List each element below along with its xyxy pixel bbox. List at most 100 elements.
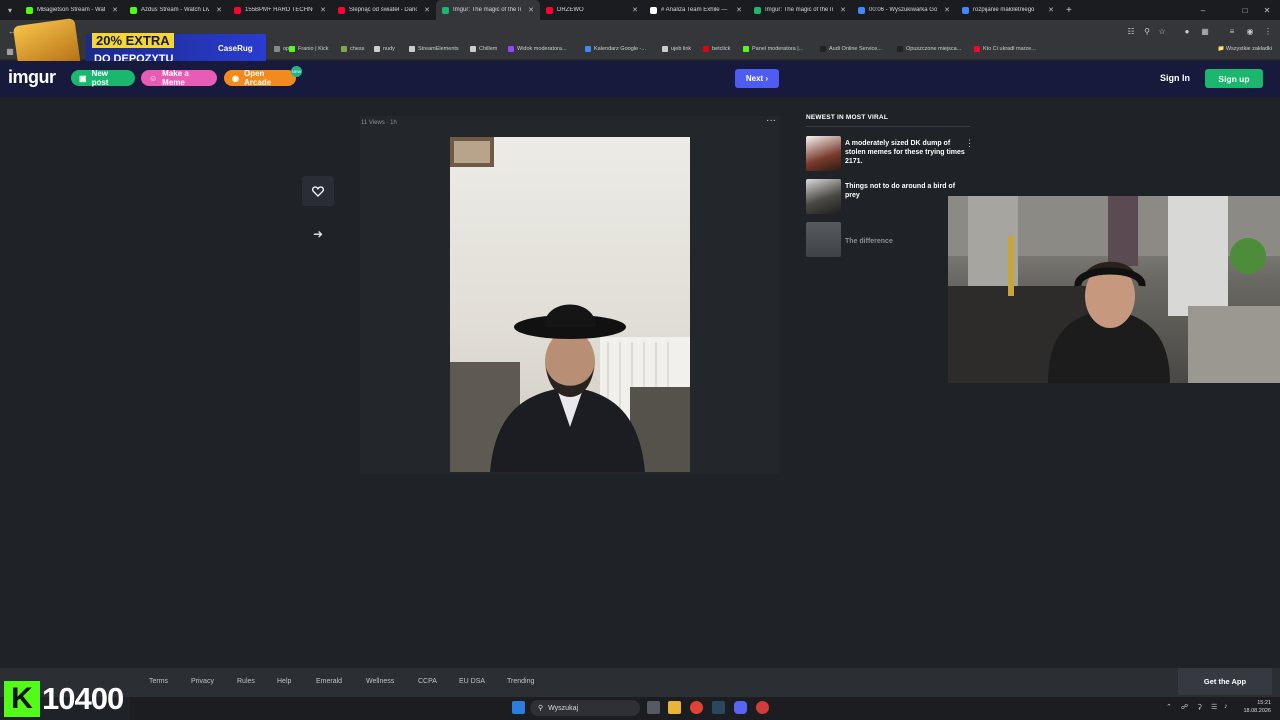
browser-tab[interactable]: rozpijanie małoletniego ✕ (956, 0, 1060, 20)
sidebar-divider (806, 126, 970, 127)
tab-close-icon[interactable]: ✕ (112, 6, 118, 14)
media-icon[interactable]: ≡ (1226, 25, 1238, 37)
steam-icon[interactable] (712, 701, 725, 714)
bookmark-item[interactable]: betclick (703, 46, 730, 52)
footer-link[interactable]: Rules (237, 678, 255, 685)
bookmark-item[interactable]: Panel moderatora |... (743, 46, 803, 52)
browser-tab[interactable]: Ślepnąc od świateł - Dario ✕ (332, 0, 436, 20)
browser-tab[interactable]: Imgur: The magic of the Int ✕ (748, 0, 852, 20)
footer-link[interactable]: Privacy (191, 678, 214, 685)
chrome-icon[interactable] (690, 701, 703, 714)
bookmark-favicon-icon (470, 46, 476, 52)
tab-close-icon[interactable]: ✕ (1048, 6, 1054, 14)
tab-close-icon[interactable]: ✕ (736, 6, 742, 14)
maximize-icon[interactable]: □ (1234, 0, 1256, 20)
browser-tab[interactable]: 155BPM+ HARD TECHNO ✕ (228, 0, 332, 20)
network-icon[interactable]: ☍ (1181, 703, 1188, 711)
tab-close-icon[interactable]: ✕ (216, 6, 222, 14)
tray-chevron-icon[interactable]: ⌃ (1166, 703, 1172, 711)
bookmark-item[interactable]: Kalendarz Google -... (585, 46, 646, 52)
tab-close-icon[interactable]: ✕ (320, 6, 326, 14)
new-tab-icon[interactable]: + (1066, 5, 1072, 16)
tab-close-icon[interactable]: ✕ (944, 6, 950, 14)
footer-link[interactable]: EU DSA (459, 678, 485, 685)
bookmark-label: Audi Online Service... (829, 46, 882, 52)
tab-close-icon[interactable]: ✕ (528, 6, 534, 14)
footer-link[interactable]: CCPA (418, 678, 437, 685)
extension-icon[interactable]: ● (1181, 25, 1193, 37)
open-arcade-button[interactable]: ◉ Open Arcade (224, 69, 296, 87)
bookmark-item[interactable]: Chillem (470, 46, 497, 52)
translate-icon[interactable]: ☷ (1125, 25, 1137, 37)
browser-tab-strip: ▾ MBagietson Stream - Watch ✕ Azdus Stream… (0, 0, 1280, 20)
make-meme-button[interactable]: ☺ Make a Meme (141, 69, 217, 87)
browser-tab[interactable]: MBagietson Stream - Watch ✕ (20, 0, 124, 20)
heart-icon (312, 185, 324, 197)
close-window-icon[interactable]: ✕ (1256, 0, 1278, 20)
post-options-icon[interactable]: ··· (766, 115, 776, 126)
footer-link[interactable]: Trending (507, 678, 534, 685)
discord-icon[interactable] (734, 701, 747, 714)
imgur-logo[interactable]: imgur (8, 67, 56, 88)
bookmark-item[interactable]: Franio | Kick (289, 46, 328, 52)
taskbar-search[interactable]: ⚲ Wyszukaj (530, 700, 640, 716)
footer-link[interactable]: Emerald (316, 678, 342, 685)
browser-tab[interactable]: DRZEWO ✕ (540, 0, 644, 20)
tab-close-icon[interactable]: ✕ (632, 6, 638, 14)
bookmark-item[interactable]: chess (341, 46, 364, 52)
bookmark-item[interactable]: op (274, 46, 289, 52)
favorite-button[interactable] (302, 176, 334, 206)
tab-search-chevron-icon[interactable]: ▾ (0, 0, 20, 20)
bookmark-item[interactable]: Kto Ci ukradł marze... (974, 46, 1036, 52)
microphone-icon[interactable]: ⚳ (1197, 703, 1202, 711)
puzzle-icon[interactable]: ▦ (1199, 25, 1211, 37)
windows-start-icon[interactable] (512, 701, 525, 714)
browser-tab[interactable]: # Analiza Team Exhile — ✕ (644, 0, 748, 20)
sign-up-button[interactable]: Sign up (1205, 69, 1263, 88)
file-explorer-icon[interactable] (668, 701, 681, 714)
task-view-icon[interactable] (647, 701, 660, 714)
get-the-app-button[interactable]: Get the App (1178, 668, 1272, 695)
system-clock[interactable]: 15:21 18.08.2026 (1241, 699, 1271, 715)
bookmark-item[interactable]: ujeb link (662, 46, 691, 52)
footer-link[interactable]: Help (277, 678, 291, 685)
tab-close-icon[interactable]: ✕ (424, 6, 430, 14)
minimize-icon[interactable]: – (1192, 0, 1214, 20)
sidebar-post-item[interactable]: A moderately sized DK dump of stolen mem… (806, 136, 970, 172)
volume-icon[interactable]: ♪ (1224, 703, 1228, 710)
webcam-illustration (948, 196, 1280, 383)
app-icon[interactable] (756, 701, 769, 714)
gamepad-icon: ◉ (232, 73, 239, 83)
sign-in-link[interactable]: Sign In (1160, 73, 1190, 83)
next-button[interactable]: Next › (735, 69, 779, 88)
wifi-icon[interactable]: ☰ (1211, 703, 1217, 711)
sidebar-post-thumbnail (806, 222, 841, 257)
tab-close-icon[interactable]: ✕ (840, 6, 846, 14)
share-arrow-icon[interactable]: ➜ (308, 226, 328, 242)
sidebar-info-icon[interactable]: ⋮ (965, 138, 974, 149)
profile-avatar-icon[interactable]: ◉ (1244, 25, 1256, 37)
browser-tab[interactable]: Imgur: The magic of the Int ✕ (436, 0, 540, 20)
footer-link[interactable]: Wellness (366, 678, 394, 685)
bookmark-item[interactable]: Audi Online Service... (820, 46, 882, 52)
bookmark-favicon-icon (662, 46, 668, 52)
all-bookmarks-folder[interactable]: 📁 Wszystkie zakładki (1217, 46, 1272, 52)
sidebar-post-item[interactable]: Things not to do around a bird of prey (806, 179, 970, 215)
bookmark-item[interactable]: nudy (374, 46, 395, 52)
footer-link[interactable]: Terms (149, 678, 168, 685)
bookmark-favicon-icon (585, 46, 591, 52)
menu-kebab-icon[interactable]: ⋮ (1262, 25, 1274, 37)
post-image[interactable] (450, 137, 690, 472)
bookmark-item[interactable]: StreamElements (409, 46, 459, 52)
browser-tab[interactable]: 00:06 - Wyszukiwarka Google ✕ (852, 0, 956, 20)
bookmark-label: nudy (383, 46, 395, 52)
browser-tab[interactable]: Azdus Stream - Watch Live ✕ (124, 0, 228, 20)
sidebar-post-item[interactable]: The difference (806, 222, 970, 258)
bookmark-star-icon[interactable]: ☆ (1156, 25, 1168, 37)
zoom-icon[interactable]: ⚲ (1141, 25, 1153, 37)
new-post-button[interactable]: ▣ New post (71, 69, 135, 87)
bookmark-item[interactable]: Widok moderatora... (508, 46, 567, 52)
sidebar-post-thumbnail (806, 136, 841, 171)
bookmark-item[interactable]: Opuszczone miejsca... (897, 46, 961, 52)
apps-grid-icon[interactable]: ▦ (4, 45, 16, 57)
